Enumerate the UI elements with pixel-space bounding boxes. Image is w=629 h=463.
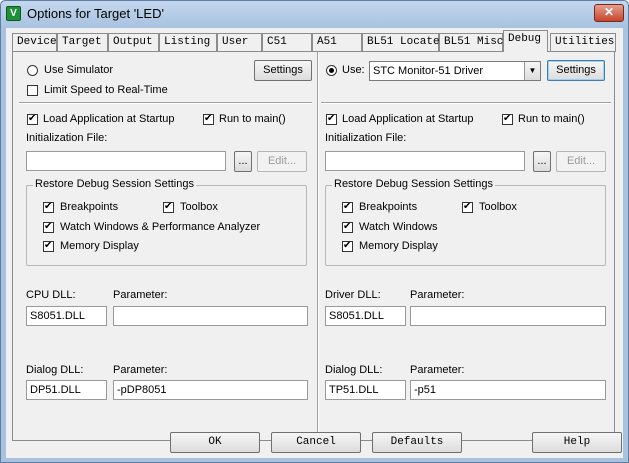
left-edit-button[interactable]: Edit... [257,151,307,172]
right-init-file-input[interactable] [325,151,525,171]
right-restore-group-title: Restore Debug Session Settings [332,178,495,190]
right-load-app-label: Load Application at Startup [342,113,474,125]
right-init-file-label: Initialization File: [325,132,407,144]
right-restore-group: Restore Debug Session Settings Breakpoin… [325,178,606,266]
left-run-to-main-checkbox[interactable] [203,112,214,126]
tab-target[interactable]: Target [57,33,108,52]
left-init-file-label: Initialization File: [26,132,108,144]
use-driver-radio[interactable] [326,65,337,76]
right-browse-button[interactable]: ... [533,151,551,172]
right-dialog-param-label: Parameter: [410,364,465,376]
right-breakpoints-label: Breakpoints [359,201,418,213]
driver-dll-label: Driver DLL: [325,289,381,301]
right-edit-button[interactable]: Edit... [556,151,606,172]
right-breakpoints-checkbox[interactable] [342,200,353,214]
tab-debug[interactable]: Debug [503,30,548,52]
right-memory-display-label: Memory Display [359,240,438,252]
dialog-client: Device Target Output Listing User C51 A5… [6,28,623,458]
ok-button[interactable]: OK [170,432,260,453]
right-toolbox-checkbox[interactable] [462,200,473,214]
title-bar[interactable]: V Options for Target 'LED' ✕ [1,1,628,27]
left-watch-windows-label: Watch Windows & Performance Analyzer [60,221,261,233]
tab-listing[interactable]: Listing [159,33,217,52]
cpu-dll-label: CPU DLL: [26,289,76,301]
left-browse-button[interactable]: ... [234,151,252,172]
left-breakpoints-label: Breakpoints [60,201,119,213]
chevron-down-icon[interactable]: ▼ [524,62,540,80]
tab-a51[interactable]: A51 [312,33,362,52]
options-dialog: V Options for Target 'LED' ✕ Device Targ… [0,0,629,463]
driver-select-value: STC Monitor-51 Driver [373,65,484,77]
left-breakpoints-checkbox[interactable] [43,200,54,214]
tab-bl51-locate[interactable]: BL51 Locate [362,33,440,52]
left-restore-group-title: Restore Debug Session Settings [33,178,196,190]
left-dialog-param-label: Parameter: [113,364,168,376]
cpu-param-label: Parameter: [113,289,168,301]
limit-speed-checkbox[interactable] [27,85,38,96]
tab-device[interactable]: Device [12,33,57,52]
left-dialog-dll-input[interactable]: DP51.DLL [26,380,107,400]
close-button[interactable]: ✕ [594,4,624,22]
right-load-app-checkbox[interactable] [326,112,337,126]
tab-user[interactable]: User [217,33,262,52]
cpu-param-input[interactable] [113,306,308,326]
cpu-dll-input[interactable]: S8051.DLL [26,306,107,326]
left-memory-display-label: Memory Display [60,240,139,252]
tab-c51[interactable]: C51 [262,33,312,52]
driver-param-input[interactable] [410,306,606,326]
help-button[interactable]: Help [532,432,622,453]
right-memory-display-checkbox[interactable] [342,239,353,253]
use-driver-label: Use: [342,64,365,76]
tab-bl51-misc[interactable]: BL51 Misc [439,33,503,52]
driver-settings-button[interactable]: Settings [547,60,605,81]
left-separator [19,102,312,104]
left-load-app-label: Load Application at Startup [43,113,175,125]
use-simulator-label: Use Simulator [44,64,114,76]
uvision-app-icon: V [6,6,21,21]
right-dialog-param-input[interactable]: -p51 [410,380,606,400]
cancel-button[interactable]: Cancel [271,432,361,453]
left-dialog-param-input[interactable]: -pDP8051 [113,380,308,400]
right-watch-windows-checkbox[interactable] [342,220,353,234]
limit-speed-label: Limit Speed to Real-Time [44,84,168,96]
driver-param-label: Parameter: [410,289,465,301]
left-memory-display-checkbox[interactable] [43,239,54,253]
left-dialog-dll-label: Dialog DLL: [26,364,84,376]
tab-utilities[interactable]: Utilities [550,33,616,52]
right-dialog-dll-input[interactable]: TP51.DLL [325,380,406,400]
left-toolbox-label: Toolbox [180,201,218,213]
left-watch-windows-checkbox[interactable] [43,220,54,234]
right-dialog-dll-label: Dialog DLL: [325,364,383,376]
simulator-settings-button[interactable]: Settings [254,60,312,81]
right-run-to-main-checkbox[interactable] [502,112,513,126]
left-init-file-input[interactable] [26,151,226,171]
left-load-app-checkbox[interactable] [27,112,38,126]
debug-panel: Use Simulator Settings Limit Speed to Re… [12,51,615,441]
left-restore-group: Restore Debug Session Settings Breakpoin… [26,178,307,266]
right-run-to-main-label: Run to main() [518,113,585,125]
use-simulator-radio[interactable] [27,65,38,76]
defaults-button[interactable]: Defaults [372,432,462,453]
panel-divider [317,52,319,440]
right-watch-windows-label: Watch Windows [359,221,438,233]
right-separator [321,102,611,104]
window-title: Options for Target 'LED' [27,6,164,21]
tab-output[interactable]: Output [108,33,159,52]
left-run-to-main-label: Run to main() [219,113,286,125]
driver-select[interactable]: STC Monitor-51 Driver ▼ [369,61,541,81]
driver-dll-input[interactable]: S8051.DLL [325,306,406,326]
left-toolbox-checkbox[interactable] [163,200,174,214]
right-toolbox-label: Toolbox [479,201,517,213]
